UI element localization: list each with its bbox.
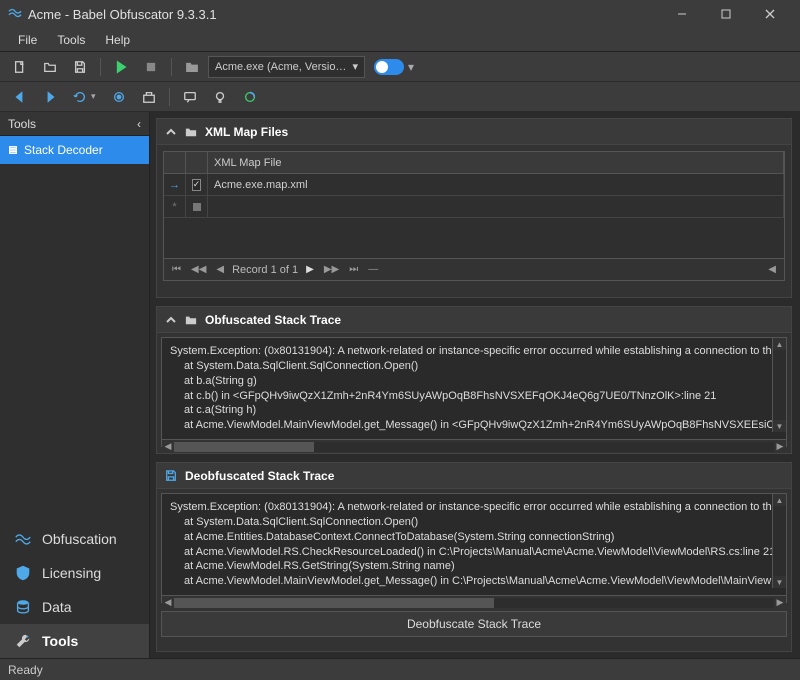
app-logo-icon — [8, 6, 22, 23]
stop-button[interactable] — [137, 55, 165, 79]
obfuscated-trace-header[interactable]: Obfuscated Stack Trace — [157, 307, 791, 333]
sidebar: Tools ‹ Stack Decoder Obfuscation Licens… — [0, 112, 150, 658]
nav-prev[interactable]: ◀ — [214, 264, 226, 275]
xml-map-panel: XML Map Files XML Map File → Acme.exe.ma… — [156, 118, 792, 298]
record-text: Record 1 of 1 — [232, 264, 298, 276]
nav-last[interactable]: ⏭ — [347, 264, 360, 275]
deobfuscated-trace-textbox[interactable]: System.Exception: (0x80131904): A networ… — [161, 493, 787, 603]
target-button[interactable] — [105, 85, 133, 109]
row-checkbox[interactable] — [192, 179, 202, 191]
toggle-switch[interactable]: ▾ — [367, 55, 421, 79]
row-indicator-icon: → — [164, 174, 186, 195]
toolbar-secondary: ▾ — [0, 82, 800, 112]
scroll-left-icon[interactable]: ◀ — [766, 264, 778, 275]
vertical-scrollbar[interactable]: ▲▼ — [772, 338, 786, 432]
hint-button[interactable] — [206, 85, 234, 109]
menu-file[interactable]: File — [8, 31, 47, 49]
title-bar: Acme - Babel Obfuscator 9.3.3.1 — [0, 0, 800, 28]
deobfuscated-trace-panel: Deobfuscated Stack Trace System.Exceptio… — [156, 462, 792, 652]
main-content: XML Map Files XML Map File → Acme.exe.ma… — [150, 112, 800, 658]
nav-delete[interactable]: — — [366, 264, 380, 275]
analyze-button[interactable] — [236, 85, 264, 109]
window-title: Acme - Babel Obfuscator 9.3.3.1 — [28, 7, 660, 22]
message-button[interactable] — [176, 85, 204, 109]
folder-icon — [185, 126, 197, 138]
nav-data[interactable]: Data — [0, 590, 149, 624]
nav-next[interactable]: ▶ — [304, 264, 316, 275]
minimize-button[interactable] — [660, 0, 704, 28]
status-text: Ready — [8, 663, 43, 677]
obfuscated-trace-panel: Obfuscated Stack Trace System.Exception:… — [156, 306, 792, 454]
save-button[interactable] — [66, 55, 94, 79]
chevron-down-icon: ▾ — [352, 60, 358, 73]
collapse-icon: ‹ — [137, 117, 141, 131]
nav-forward-button[interactable] — [36, 85, 64, 109]
assembly-combo[interactable]: Acme.exe (Acme, Versio… ▾ — [208, 56, 365, 78]
sidebar-header[interactable]: Tools ‹ — [0, 112, 149, 136]
menu-bar: File Tools Help — [0, 28, 800, 52]
assembly-combo-text: Acme.exe (Acme, Versio… — [215, 61, 346, 73]
nav-back-button[interactable] — [6, 85, 34, 109]
save-icon — [165, 470, 177, 482]
nav-first[interactable]: ⏮ — [170, 264, 183, 275]
toolbar-main: Acme.exe (Acme, Versio… ▾ ▾ — [0, 52, 800, 82]
menu-help[interactable]: Help — [95, 31, 140, 49]
deobfuscate-button[interactable]: Deobfuscate Stack Trace — [161, 611, 787, 637]
nav-prev-page[interactable]: ◀◀ — [189, 264, 208, 275]
xml-map-filename[interactable]: Acme.exe.map.xml — [208, 174, 784, 195]
menu-tools[interactable]: Tools — [47, 31, 95, 49]
grid-navigator: ⏮ ◀◀ ◀ Record 1 of 1 ▶ ▶▶ ⏭ — ◀ — [164, 258, 784, 280]
xml-map-new-row[interactable]: * — [164, 196, 784, 218]
open-folder-button[interactable] — [178, 55, 206, 79]
xml-map-grid: XML Map File → Acme.exe.map.xml * ⏮ — [163, 151, 785, 281]
export-button[interactable] — [135, 85, 163, 109]
nav-tools[interactable]: Tools — [0, 624, 149, 658]
obfuscated-trace-textbox[interactable]: System.Exception: (0x80131904): A networ… — [161, 337, 787, 447]
chevron-up-icon — [165, 126, 177, 138]
close-button[interactable] — [748, 0, 792, 28]
square-icon — [193, 203, 201, 211]
maximize-button[interactable] — [704, 0, 748, 28]
horizontal-scrollbar[interactable]: ◀▶ — [162, 595, 786, 609]
deobfuscated-trace-header[interactable]: Deobfuscated Stack Trace — [157, 463, 791, 489]
run-button[interactable] — [107, 55, 135, 79]
status-bar: Ready — [0, 658, 800, 680]
new-button[interactable] — [6, 55, 34, 79]
refresh-button[interactable]: ▾ — [66, 85, 103, 109]
chevron-up-icon — [165, 314, 177, 326]
horizontal-scrollbar[interactable]: ◀▶ — [162, 439, 786, 453]
nav-licensing[interactable]: Licensing — [0, 556, 149, 590]
xml-map-header[interactable]: XML Map Files — [157, 119, 791, 145]
open-button[interactable] — [36, 55, 64, 79]
nav-next-page[interactable]: ▶▶ — [322, 264, 341, 275]
vertical-scrollbar[interactable]: ▲▼ — [772, 494, 786, 588]
sidebar-item-stack-decoder[interactable]: Stack Decoder — [0, 136, 149, 164]
folder-icon — [185, 314, 197, 326]
xml-map-row[interactable]: → Acme.exe.map.xml — [164, 174, 784, 196]
nav-obfuscation[interactable]: Obfuscation — [0, 522, 149, 556]
xml-map-col-header[interactable]: XML Map File — [208, 152, 784, 173]
